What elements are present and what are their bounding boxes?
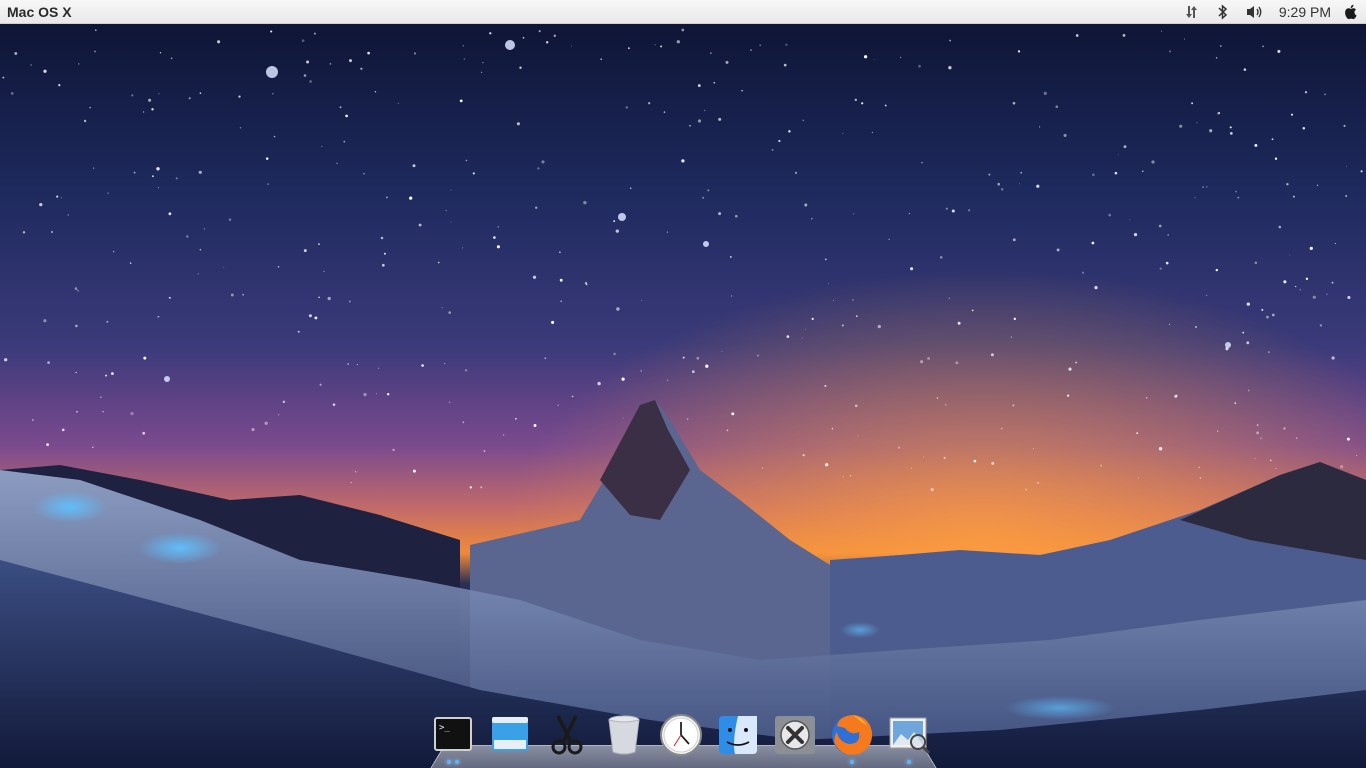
app-title[interactable]: Mac OS X [7,4,72,20]
dock-item-finder[interactable] [715,712,761,762]
desktop-wallpaper [0,0,1366,768]
dock-item-screenshot[interactable] [544,712,590,762]
dock-item-window[interactable] [487,712,533,762]
svg-text:>_: >_ [439,723,450,733]
volume-icon[interactable] [1245,0,1265,24]
running-indicator [455,760,459,764]
clock-display[interactable]: 9:29 PM [1279,0,1331,24]
apple-logo-icon[interactable] [1343,0,1358,24]
top-menu-bar: Mac OS X 9:29 PM [0,0,1366,24]
dock: >_ [428,710,938,768]
clock-icon [660,714,702,756]
dock-item-settings[interactable] [772,712,818,762]
desktop[interactable]: Mac OS X 9:29 PM >_ [0,0,1366,768]
dock-item-clock[interactable] [658,712,704,762]
terminal-icon: >_ [434,717,472,751]
running-indicator [447,760,451,764]
running-indicator [907,760,911,764]
trash-icon [608,715,640,755]
dock-item-terminal[interactable]: >_ [430,712,476,764]
finder-icon [719,716,757,754]
running-indicator [850,760,854,764]
dock-item-image-viewer[interactable] [886,712,932,764]
window-icon [492,717,528,751]
system-tray: 9:29 PM [1175,0,1366,24]
scissors-icon [551,715,583,755]
bluetooth-icon[interactable] [1217,0,1229,24]
network-icon[interactable] [1183,0,1201,24]
image-viewer-icon [889,717,931,755]
firefox-icon [832,715,873,755]
dock-item-trash[interactable] [601,712,647,762]
dock-item-firefox[interactable] [829,712,875,764]
settings-icon [775,716,815,754]
